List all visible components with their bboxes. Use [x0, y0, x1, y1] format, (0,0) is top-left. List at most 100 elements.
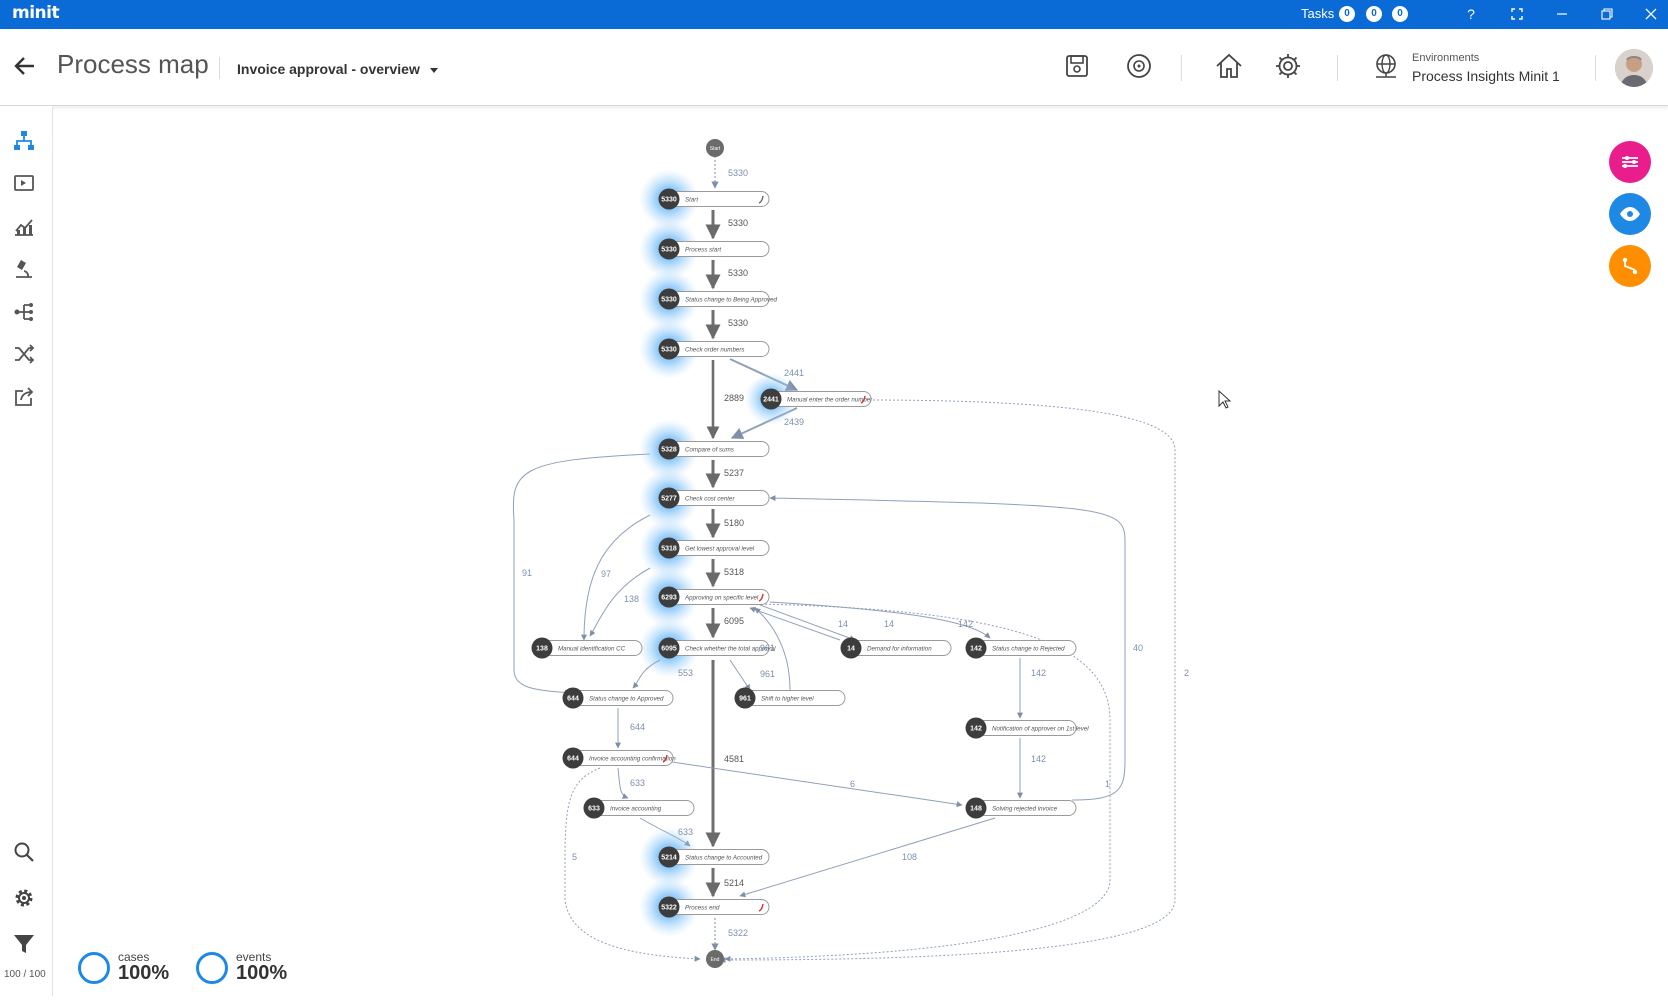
activity-node[interactable]: Process start 5330 — [658, 238, 770, 260]
edge-e29[interactable] — [724, 603, 1111, 962]
sidebar-filter-button[interactable] — [12, 932, 36, 956]
activity-count: 5277 — [661, 496, 677, 503]
edge-label: 1 — [1105, 779, 1110, 789]
analyze-button[interactable] — [1124, 51, 1154, 81]
divider — [1181, 55, 1182, 81]
activity-label: Status change to Being Approved — [685, 297, 778, 304]
avatar[interactable] — [1615, 49, 1653, 87]
activity-node[interactable]: Notification of approver on 1st level 142 — [965, 717, 1090, 739]
activity-node[interactable]: Solving rejected invoice 148 — [965, 797, 1077, 819]
minimize-icon — [1557, 13, 1567, 15]
environment-value[interactable]: Process Insights Minit 1 — [1412, 68, 1560, 84]
restore-button[interactable] — [1594, 3, 1620, 25]
minimize-button[interactable] — [1549, 3, 1575, 25]
activity-count: 5330 — [661, 247, 677, 254]
activity-count: 5330 — [661, 347, 677, 354]
sidebar-item-dashboard[interactable] — [12, 172, 36, 196]
save-view-button[interactable] — [1062, 51, 1092, 81]
sidebar-settings-button[interactable] — [12, 886, 36, 910]
activity-node[interactable]: Check order numbers 5330 — [658, 338, 770, 360]
edge-label: 142 — [958, 619, 973, 629]
end-node[interactable]: End — [706, 950, 724, 968]
edge-label: 14 — [838, 619, 848, 629]
help-button[interactable]: ? — [1458, 3, 1484, 25]
activity-node[interactable]: Manual enter the order number 2441 — [760, 388, 874, 410]
sidebar-item-decision-tree[interactable] — [12, 300, 36, 324]
edge-label: 142 — [1031, 754, 1046, 764]
edge-label: 644 — [630, 722, 645, 732]
activity-count: 6095 — [661, 646, 677, 653]
activity-count: 633 — [588, 806, 600, 813]
sidebar-item-charts[interactable] — [12, 215, 36, 239]
sidebar-item-export[interactable] — [12, 385, 36, 409]
start-node[interactable]: Start — [706, 139, 724, 157]
activity-count: 6293 — [661, 595, 677, 602]
edge-e13[interactable] — [581, 514, 651, 641]
activity-label: Compare of sums — [685, 447, 734, 454]
activity-node[interactable]: Process end 5322 — [658, 896, 770, 918]
edge-e27[interactable] — [617, 767, 629, 799]
save-icon — [1066, 55, 1088, 77]
events-value: 100% — [236, 962, 288, 984]
home-icon — [1216, 53, 1242, 78]
activity-count: 5330 — [661, 297, 677, 304]
edge-label: 40 — [1133, 643, 1143, 653]
edge-e16[interactable] — [749, 606, 841, 641]
edge-e28[interactable] — [671, 761, 963, 808]
edge-label: 4581 — [724, 754, 744, 764]
activity-node[interactable]: Approving on specific level 6293 — [658, 586, 770, 608]
activity-node[interactable]: Demand for information 14 — [840, 637, 952, 659]
activity-count: 142 — [970, 726, 982, 733]
fullscreen-button[interactable] — [1504, 3, 1530, 25]
edge-e18[interactable] — [729, 659, 751, 691]
edge-label: 6095 — [724, 616, 744, 626]
activity-node[interactable]: Get lowest approval level 5318 — [658, 537, 770, 559]
edge-e12[interactable] — [512, 453, 651, 696]
path-highlight-fab[interactable] — [1609, 245, 1651, 287]
home-button[interactable] — [1214, 51, 1244, 81]
edge-e17[interactable] — [769, 601, 991, 639]
activity-label: Approving on specific level — [684, 595, 759, 602]
settings-button[interactable] — [1273, 51, 1303, 81]
sidebar-search-button[interactable] — [12, 840, 36, 864]
edge-label: 5330 — [728, 318, 748, 328]
chart-icon — [15, 219, 33, 236]
view-options-fab[interactable] — [1609, 193, 1651, 235]
activity-node[interactable]: Manual identification CC 138 — [531, 637, 643, 659]
sidebar-item-process-map[interactable] — [12, 129, 36, 153]
process-view-dropdown[interactable]: Invoice approval - overview — [237, 61, 438, 77]
filter-settings-fab[interactable] — [1609, 141, 1651, 183]
task-count-badge[interactable]: 0 — [1339, 6, 1355, 22]
activity-node[interactable]: Check whether the total approval6095 — [658, 637, 777, 659]
activity-node[interactable]: Status change to Accounted 5214 — [658, 846, 770, 868]
tree-icon — [14, 303, 33, 321]
activity-node[interactable]: Compare of sums 5328 — [658, 438, 770, 460]
activity-node[interactable]: Status change to Approved 644 — [562, 687, 674, 709]
microscope-icon — [16, 260, 32, 278]
process-map-graph[interactable]: Start End Start5330 Process start5330 Status… — [52, 106, 1668, 996]
activity-node[interactable]: Start 5330 — [658, 188, 770, 210]
task-count-badge[interactable]: 0 — [1366, 6, 1382, 22]
process-map-canvas[interactable]: Start End Start 5330 Process start 5330 Status… — [52, 106, 1668, 996]
activity-node[interactable]: Invoice accounting 633 — [583, 797, 695, 819]
activity-node[interactable]: Shift to higher level 961 — [734, 687, 846, 709]
task-count-badge[interactable]: 0 — [1392, 6, 1408, 22]
edge-label: 633 — [630, 778, 645, 788]
back-button[interactable] — [12, 53, 38, 79]
activity-label: Notification of approver on 1st level — [992, 726, 1089, 733]
sidebar-item-variants[interactable] — [12, 342, 36, 366]
activity-node[interactable]: Invoice accounting confirmation644 — [562, 747, 677, 769]
edge-e22[interactable] — [719, 399, 1176, 963]
activity-node[interactable]: Check cost center 5277 — [658, 487, 770, 509]
close-button[interactable] — [1638, 3, 1664, 25]
edge-e32[interactable] — [739, 817, 996, 898]
environments-button[interactable] — [1371, 51, 1401, 81]
tasks-label[interactable]: Tasks — [1301, 6, 1334, 21]
sidebar-item-lab[interactable] — [12, 257, 36, 281]
header: Process map Invoice approval - overview … — [0, 29, 1668, 106]
edge-label: 5322 — [728, 928, 748, 938]
activity-count: 14 — [847, 646, 855, 653]
activity-node[interactable]: Status change to Being Approved 5330 — [658, 288, 778, 310]
edge-label: 2 — [1184, 668, 1189, 678]
activity-node[interactable]: Status change to Rejected 142 — [965, 637, 1077, 659]
